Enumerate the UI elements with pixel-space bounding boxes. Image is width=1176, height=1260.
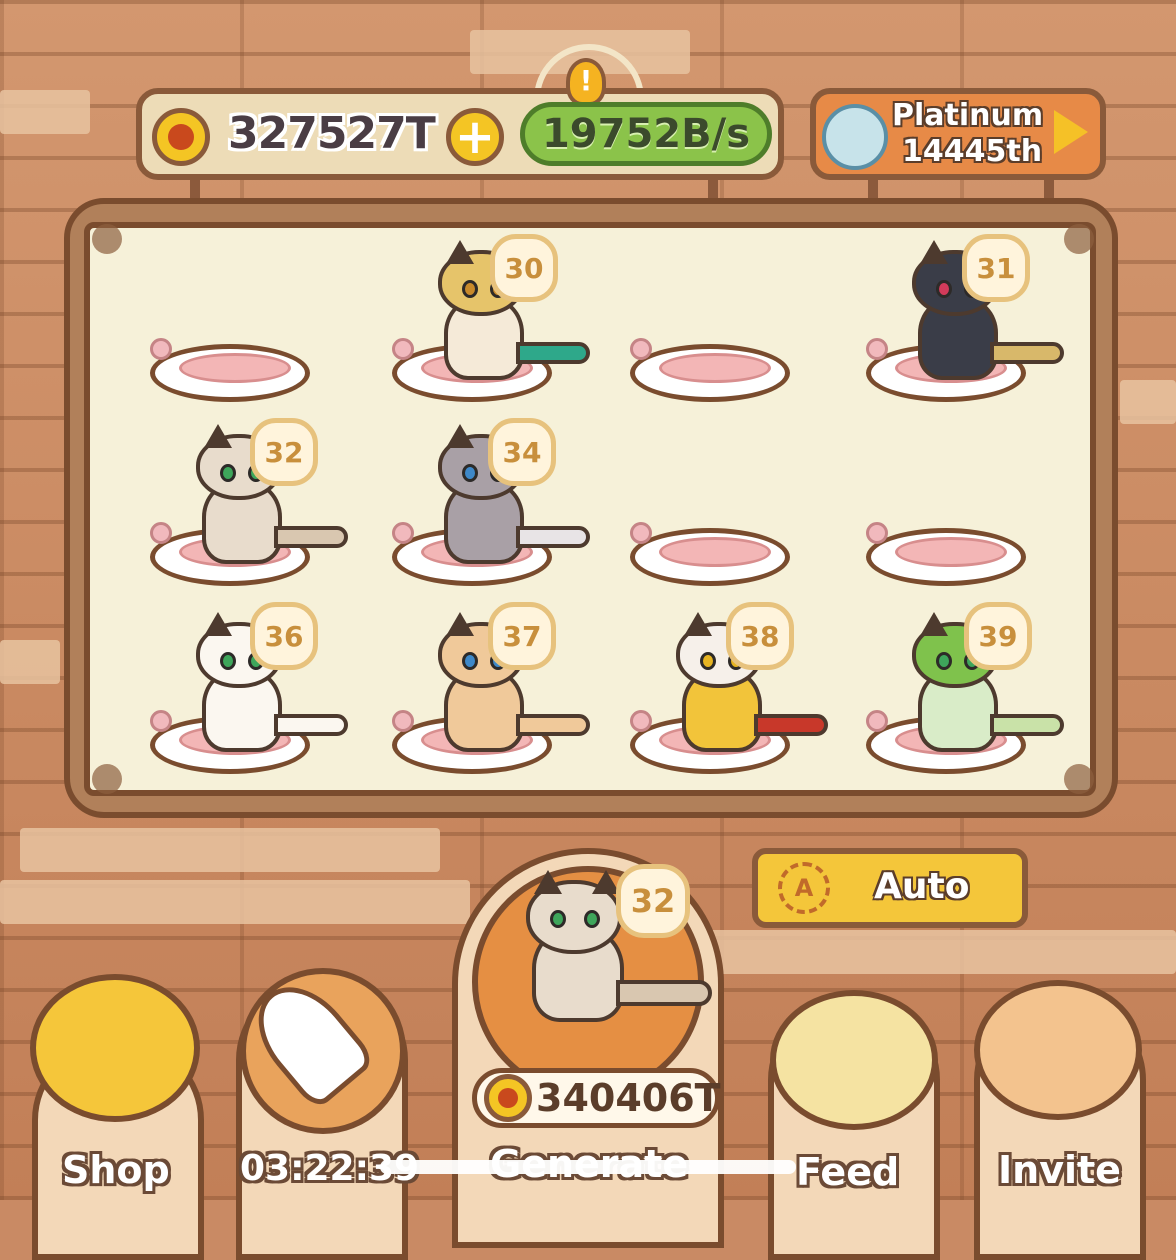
coin-balance: 327527T — [228, 108, 436, 159]
feed-label[interactable]: Feed — [796, 1150, 899, 1194]
invite-cats-icon[interactable] — [974, 980, 1142, 1120]
cat-slot[interactable]: 36 — [150, 594, 348, 774]
invite-label[interactable]: Invite — [998, 1148, 1121, 1192]
flower-icon — [866, 338, 888, 360]
level-badge: 34 — [488, 418, 556, 486]
flower-icon — [150, 710, 172, 732]
income-rate: 19752B/s — [520, 102, 772, 166]
cat-slot[interactable] — [630, 222, 820, 402]
flower-icon — [150, 522, 172, 544]
cat-bed — [866, 528, 1026, 586]
add-coins-button[interactable]: + — [446, 108, 504, 166]
shop-basket-icon[interactable] — [30, 974, 200, 1122]
home-indicator[interactable] — [380, 1160, 796, 1174]
cat-slot[interactable]: 37 — [392, 594, 590, 774]
brick-highlight — [20, 828, 440, 872]
brick-highlight — [0, 90, 90, 134]
flower-icon — [392, 522, 414, 544]
flower-icon — [630, 338, 652, 360]
rank-tier: Platinum — [892, 98, 1044, 133]
paw-coin-icon — [484, 1074, 532, 1122]
rank-position: 14445th — [902, 134, 1043, 169]
paw-coin-icon — [152, 108, 210, 166]
brick-highlight — [1120, 380, 1176, 424]
paw-print-icon — [92, 224, 122, 254]
brick-highlight — [0, 640, 60, 684]
lightbulb-icon[interactable]: ! — [566, 58, 606, 106]
paw-print-icon — [1064, 224, 1094, 254]
auto-label: Auto — [874, 866, 970, 907]
cat-slot[interactable] — [866, 406, 1056, 586]
flower-icon — [866, 710, 888, 732]
flower-icon — [392, 710, 414, 732]
flower-icon — [392, 338, 414, 360]
brick-highlight — [700, 930, 1176, 974]
cat-slot[interactable]: 38 — [630, 594, 828, 774]
flower-icon — [630, 710, 652, 732]
flower-icon — [150, 338, 172, 360]
level-badge: 32 — [250, 418, 318, 486]
cat-slot[interactable]: 31 — [866, 222, 1064, 402]
flower-icon — [866, 522, 888, 544]
level-badge: 30 — [490, 234, 558, 302]
level-badge: 31 — [962, 234, 1030, 302]
cat-slot[interactable] — [150, 222, 340, 402]
level-badge: 39 — [964, 602, 1032, 670]
cat-slot[interactable]: 32 — [150, 406, 348, 586]
cat-bed — [630, 528, 790, 586]
cat-bed — [630, 344, 790, 402]
level-badge: 37 — [488, 602, 556, 670]
trophy-icon — [822, 104, 888, 170]
level-badge: 38 — [726, 602, 794, 670]
cat-slot[interactable]: 30 — [392, 222, 590, 402]
play-arrow-icon — [1054, 110, 1088, 154]
auto-cycle-icon: A — [778, 862, 830, 914]
generate-cost: 340406T — [536, 1076, 721, 1120]
paw-print-icon — [92, 764, 122, 794]
paw-print-icon — [1064, 764, 1094, 794]
shop-label[interactable]: Shop — [62, 1148, 170, 1192]
cat-slot[interactable] — [630, 406, 820, 586]
food-basket-icon[interactable] — [770, 990, 938, 1130]
generate-level-badge: 32 — [616, 864, 690, 938]
cat-slot[interactable]: 39 — [866, 594, 1064, 774]
cat-bed — [150, 344, 310, 402]
brick-highlight — [0, 880, 470, 924]
cat-slot[interactable]: 34 — [392, 406, 590, 586]
level-badge: 36 — [250, 602, 318, 670]
flower-icon — [630, 522, 652, 544]
